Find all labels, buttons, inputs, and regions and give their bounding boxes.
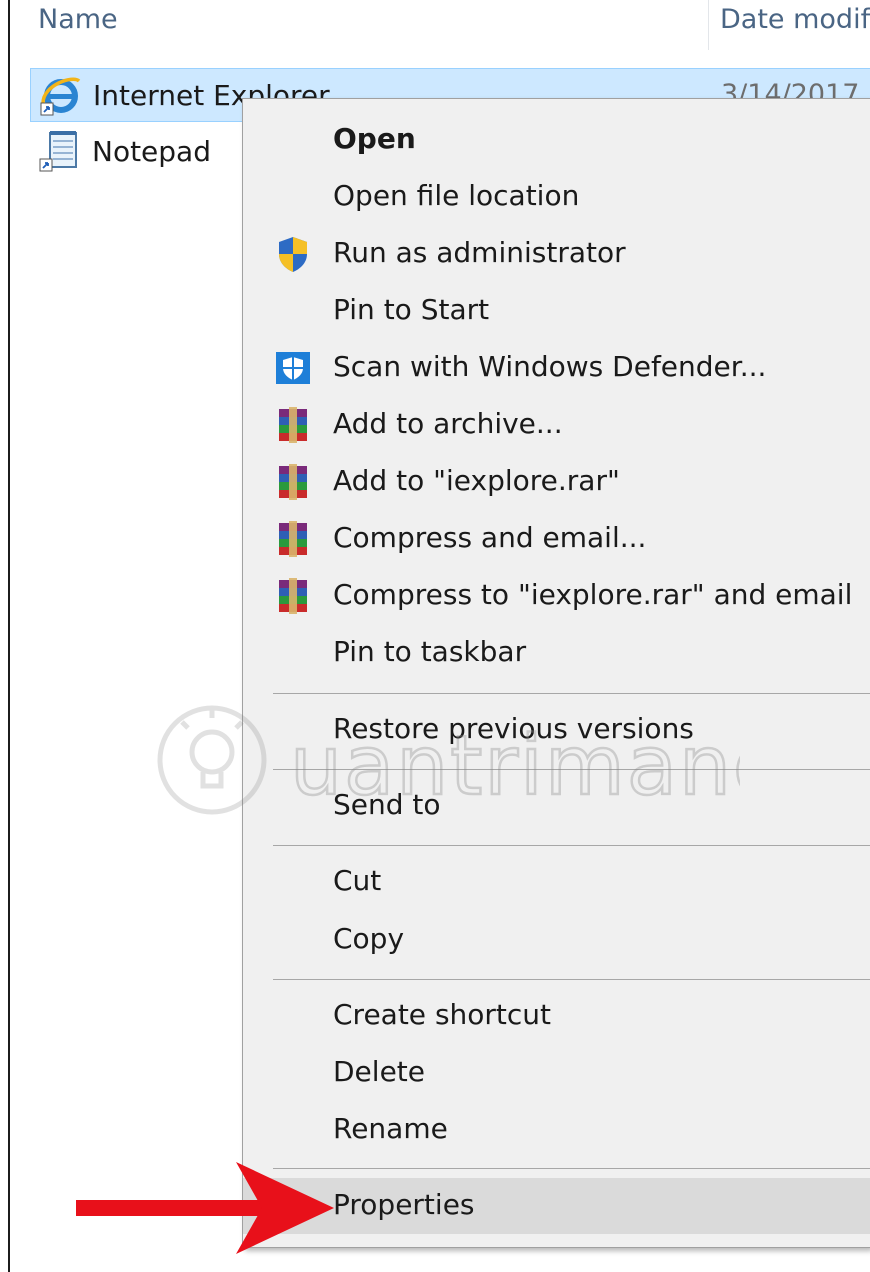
winrar-icon xyxy=(279,521,307,557)
winrar-icon xyxy=(279,407,307,443)
menu-item-label: Delete xyxy=(333,1055,425,1088)
menu-item-label: Properties xyxy=(333,1188,475,1221)
context-menu: Open Open file location Run as administr… xyxy=(242,98,870,1248)
menu-item-create-shortcut[interactable]: Create shortcut xyxy=(243,988,870,1044)
menu-item-label: Restore previous versions xyxy=(333,712,694,745)
internet-explorer-icon xyxy=(40,77,81,116)
column-header-name[interactable]: Name xyxy=(38,4,118,35)
menu-item-restore-previous-versions[interactable]: Restore previous versions xyxy=(243,702,870,758)
menu-item-label: Run as administrator xyxy=(333,236,626,269)
menu-separator xyxy=(273,979,870,980)
menu-item-copy[interactable]: Copy xyxy=(243,912,870,968)
menu-item-label: Add to archive... xyxy=(333,407,563,440)
menu-item-rename[interactable]: Rename xyxy=(243,1102,870,1158)
menu-item-delete[interactable]: Delete xyxy=(243,1045,870,1101)
menu-item-label: Scan with Windows Defender... xyxy=(333,350,767,383)
winrar-icon xyxy=(279,578,307,614)
windows-defender-icon xyxy=(276,352,310,384)
menu-item-add-to-iexplore-rar[interactable]: Add to "iexplore.rar" xyxy=(243,454,870,510)
column-divider[interactable] xyxy=(708,0,709,50)
menu-item-compress-to-rar-and-email[interactable]: Compress to "iexplore.rar" and email xyxy=(243,568,870,624)
menu-item-compress-and-email[interactable]: Compress and email... xyxy=(243,511,870,567)
menu-item-label: Open xyxy=(333,122,416,155)
menu-item-label: Send to xyxy=(333,788,441,821)
menu-item-open-file-location[interactable]: Open file location xyxy=(243,169,870,225)
menu-item-label: Pin to taskbar xyxy=(333,635,527,668)
menu-item-label: Compress and email... xyxy=(333,521,647,554)
winrar-icon xyxy=(279,464,307,500)
notepad-icon xyxy=(39,131,77,172)
menu-item-send-to[interactable]: Send to xyxy=(243,778,870,834)
menu-item-add-to-archive[interactable]: Add to archive... xyxy=(243,397,870,453)
menu-item-run-as-administrator[interactable]: Run as administrator xyxy=(243,226,870,282)
menu-separator xyxy=(273,693,870,694)
uac-shield-icon xyxy=(279,237,307,272)
menu-item-label: Compress to "iexplore.rar" and email xyxy=(333,578,853,611)
menu-separator xyxy=(273,1168,870,1169)
menu-item-label: Cut xyxy=(333,864,382,897)
menu-item-label: Pin to Start xyxy=(333,293,490,326)
menu-separator xyxy=(273,845,870,846)
menu-separator xyxy=(273,769,870,770)
column-header-date-modified[interactable]: Date modif xyxy=(720,4,870,35)
column-header-bar: Name Date modif xyxy=(10,0,870,52)
menu-item-pin-to-taskbar[interactable]: Pin to taskbar xyxy=(243,625,870,681)
red-pointer-arrow xyxy=(76,1162,334,1254)
file-name: Notepad xyxy=(92,134,211,168)
menu-item-cut[interactable]: Cut xyxy=(243,854,870,910)
menu-item-label: Rename xyxy=(333,1112,448,1145)
menu-item-properties[interactable]: Properties xyxy=(243,1178,870,1234)
menu-item-scan-windows-defender[interactable]: Scan with Windows Defender... xyxy=(243,340,870,396)
menu-item-open[interactable]: Open xyxy=(243,112,870,168)
menu-item-label: Create shortcut xyxy=(333,998,552,1031)
menu-item-label: Copy xyxy=(333,922,405,955)
menu-item-label: Add to "iexplore.rar" xyxy=(333,464,620,497)
menu-item-pin-to-start[interactable]: Pin to Start xyxy=(243,283,870,339)
menu-item-label: Open file location xyxy=(333,179,580,212)
